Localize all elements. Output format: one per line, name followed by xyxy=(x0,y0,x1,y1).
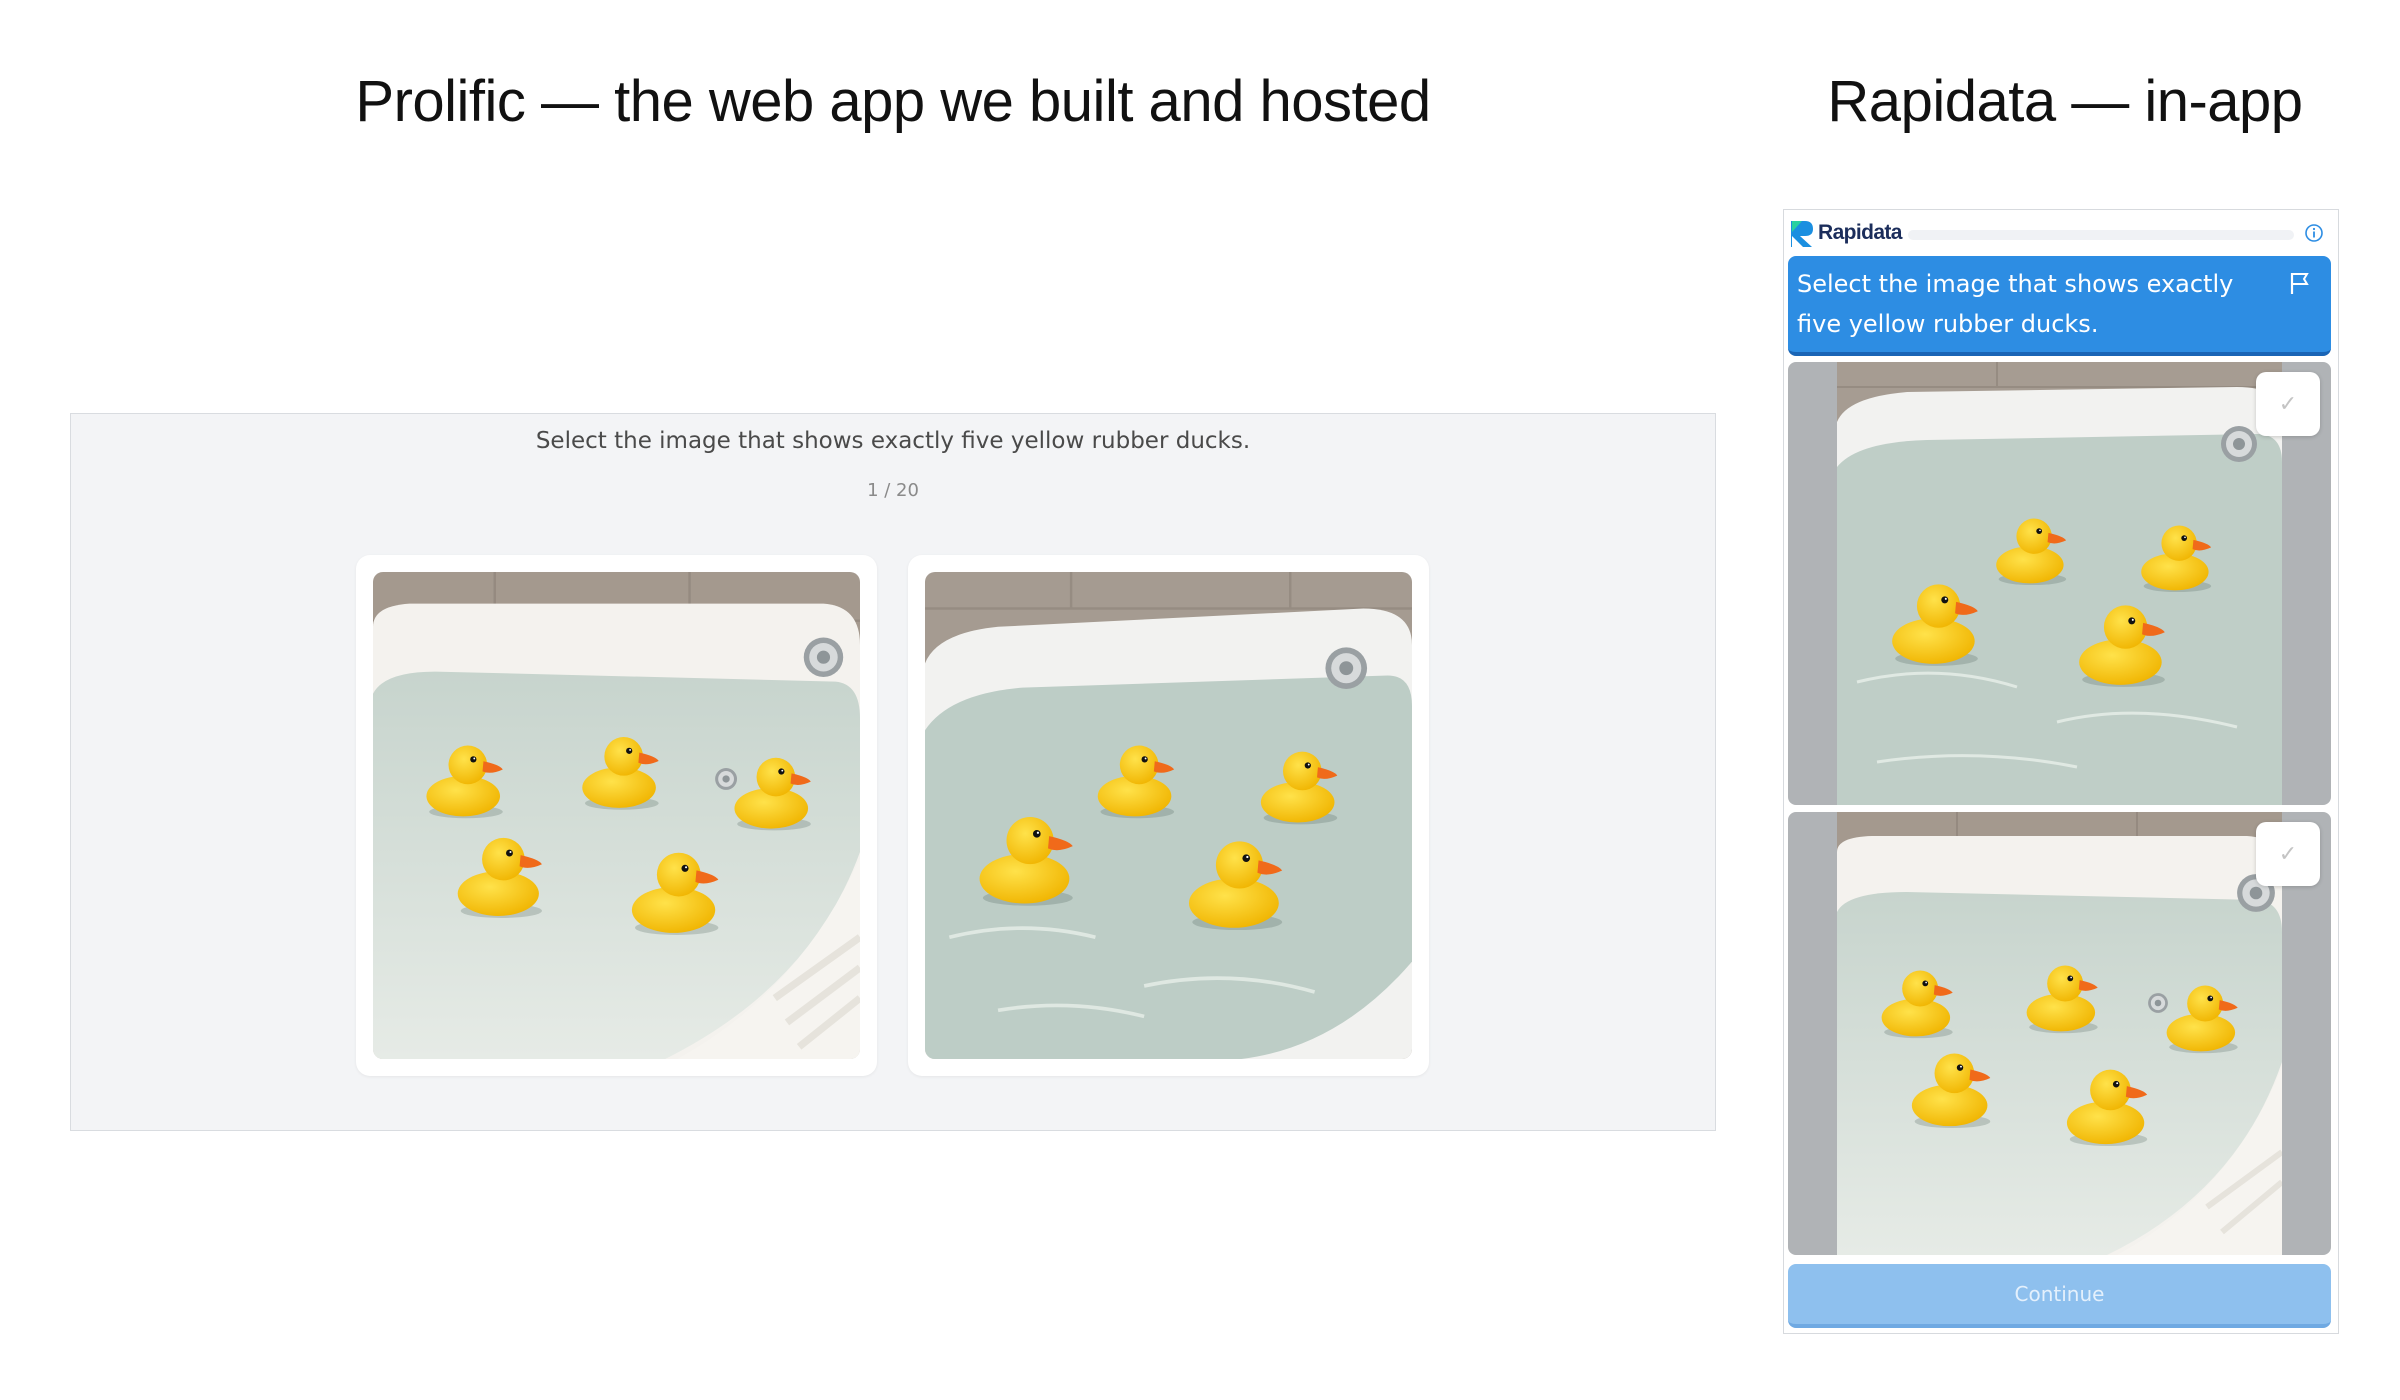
rapidata-option-2-checkbox[interactable]: ✓ xyxy=(2256,822,2320,886)
check-icon: ✓ xyxy=(2278,841,2298,867)
prolific-option-2[interactable] xyxy=(908,555,1429,1076)
prolific-progress-counter: 1 / 20 xyxy=(867,480,919,501)
rapidata-logo-icon xyxy=(1791,221,1813,247)
prolific-option-1[interactable] xyxy=(356,555,877,1076)
rapidata-logo: Rapidata xyxy=(1788,216,1902,250)
rapidata-option-2-image xyxy=(1837,812,2282,1255)
rapidata-option-1-image xyxy=(1837,362,2282,805)
rapidata-logo-text: Rapidata xyxy=(1818,221,1902,244)
prolific-option-2-image xyxy=(925,572,1412,1059)
heading-prolific: Prolific — the web app we built and host… xyxy=(355,69,1431,134)
continue-button[interactable]: Continue xyxy=(1788,1264,2331,1328)
rapidata-option-1-checkbox[interactable]: ✓ xyxy=(2256,372,2320,436)
check-icon: ✓ xyxy=(2278,391,2298,417)
prolific-prompt: Select the image that shows exactly five… xyxy=(535,428,1251,454)
info-icon[interactable] xyxy=(2304,223,2324,243)
rapidata-prompt: Select the image that shows exactly five… xyxy=(1797,270,2234,338)
rapidata-progress-bar xyxy=(1908,230,2294,240)
rapidata-option-2[interactable]: ✓ xyxy=(1788,812,2331,1255)
rapidata-prompt-banner: Select the image that shows exactly five… xyxy=(1788,256,2331,356)
rapidata-panel: Rapidata Select the image that shows exa… xyxy=(1783,209,2339,1334)
prolific-option-1-image xyxy=(373,572,860,1059)
flag-icon[interactable] xyxy=(2288,270,2312,296)
prolific-panel: Select the image that shows exactly five… xyxy=(70,413,1716,1131)
heading-rapidata: Rapidata — in-app xyxy=(1827,69,2303,134)
rapidata-option-1[interactable]: ✓ xyxy=(1788,362,2331,805)
